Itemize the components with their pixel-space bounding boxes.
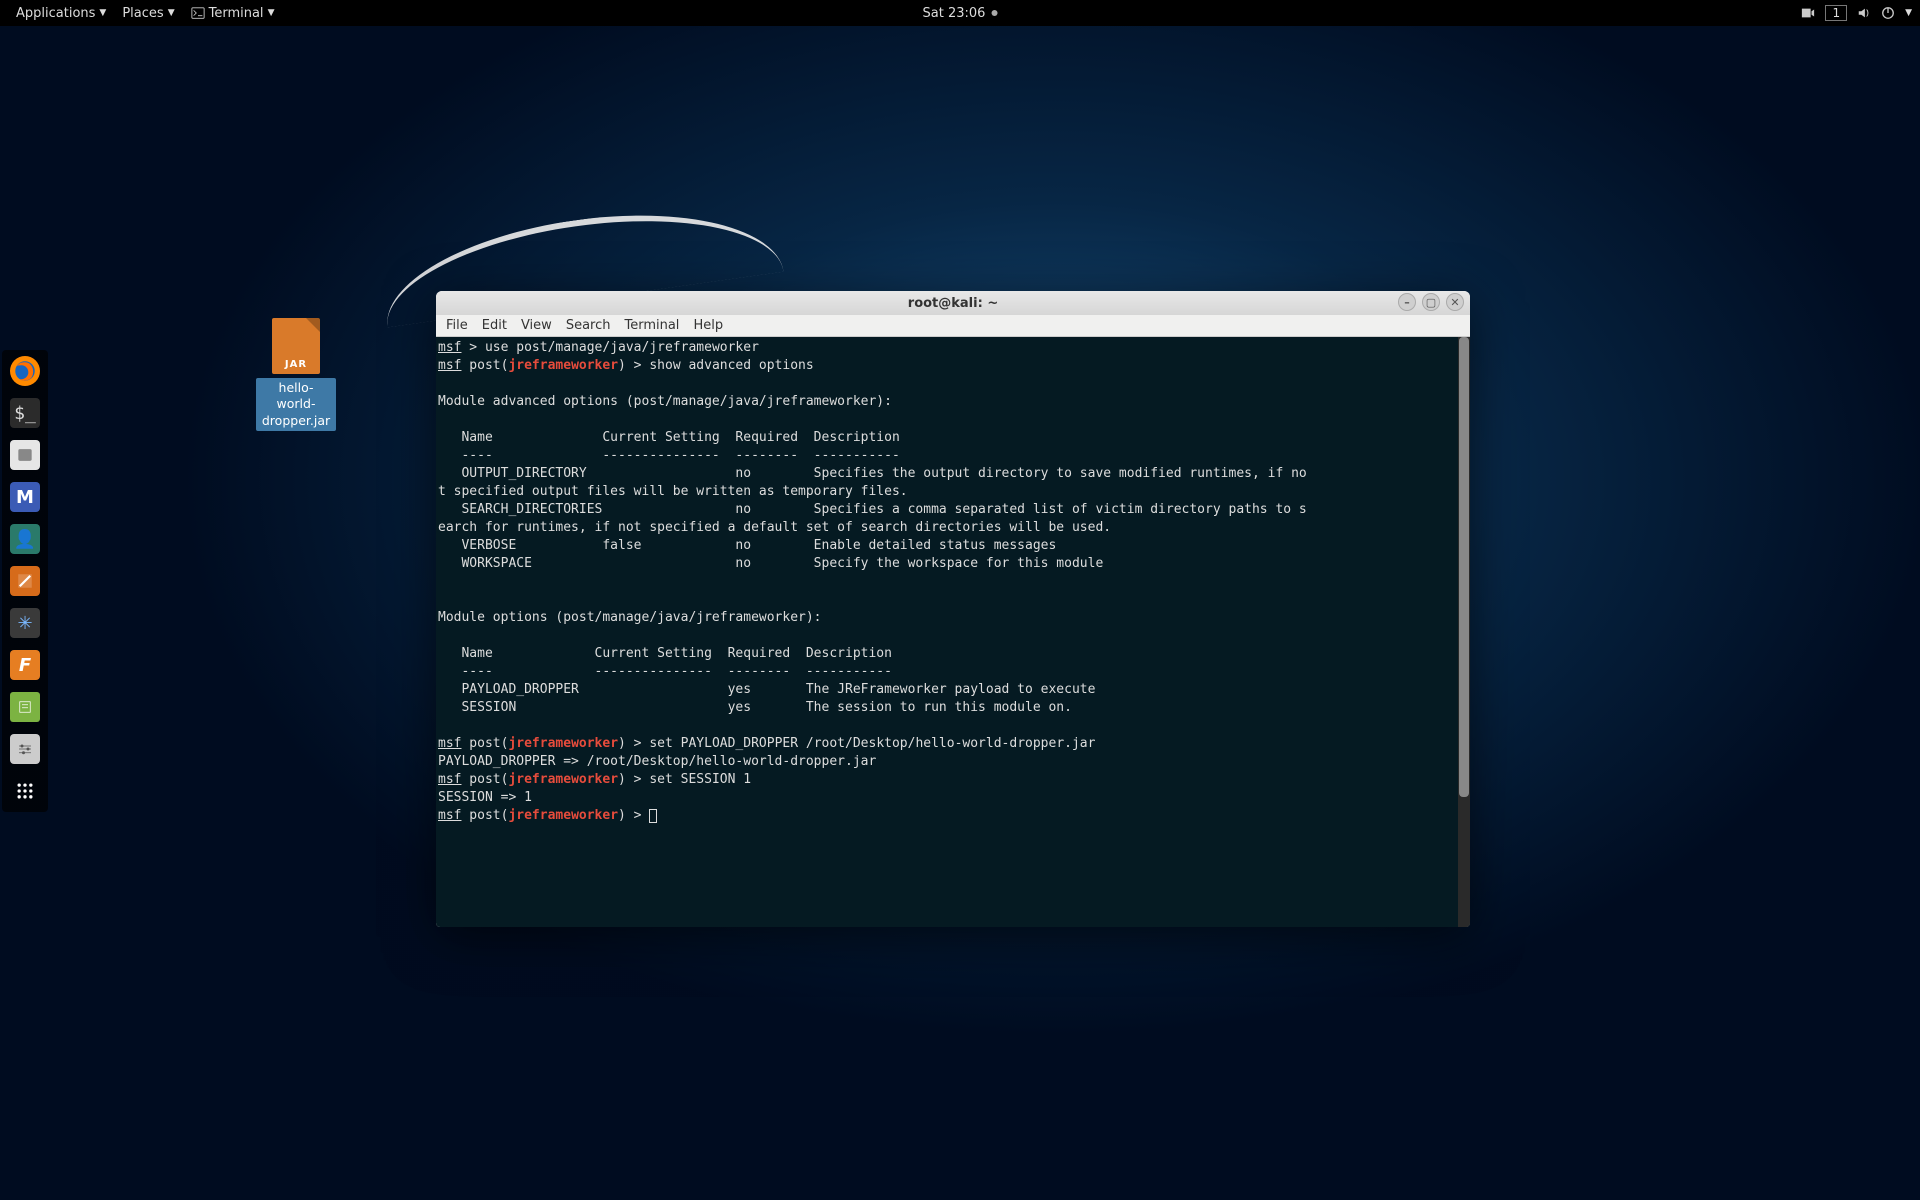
places-menu[interactable]: Places ▼ (114, 6, 182, 21)
term-text: SESSION => 1 (438, 790, 532, 805)
firefox-icon[interactable] (10, 356, 40, 386)
module-name: jreframeworker (508, 808, 618, 823)
power-icon[interactable] (1881, 6, 1895, 20)
term-text: post( (461, 808, 508, 823)
minimize-button[interactable]: – (1398, 293, 1416, 311)
chevron-down-icon: ▼ (268, 8, 275, 18)
terminal-launcher-icon[interactable]: $_ (10, 398, 40, 428)
notification-dot-icon (991, 10, 997, 16)
chevron-down-icon: ▼ (99, 8, 106, 18)
show-apps-icon[interactable] (10, 776, 40, 806)
term-text: > show advanced options (626, 358, 814, 373)
faraday-icon[interactable]: F (10, 650, 40, 680)
zenmap-icon[interactable]: ✳ (10, 608, 40, 638)
msf-prompt: msf (438, 736, 461, 751)
window-titlebar[interactable]: root@kali: ~ – ▢ ✕ (436, 291, 1470, 315)
window-menubar: File Edit View Search Terminal Help (436, 315, 1470, 337)
term-text: > use post/manage/java/jreframeworker (461, 340, 758, 355)
msf-prompt: msf (438, 808, 461, 823)
term-text: Module advanced options (post/manage/jav… (438, 394, 1307, 715)
term-text: > (626, 808, 649, 823)
clock-area[interactable]: Sat 23:06 (923, 6, 998, 21)
desktop-file-jar[interactable]: JAR hello-world-dropper.jar (256, 318, 336, 431)
module-name: jreframeworker (508, 772, 618, 787)
terminal-menu-label: Terminal (209, 6, 264, 21)
menu-file[interactable]: File (446, 318, 468, 333)
term-text: > set PAYLOAD_DROPPER /root/Desktop/hell… (626, 736, 1096, 751)
armitage-icon[interactable]: 👤 (10, 524, 40, 554)
places-label: Places (122, 6, 163, 21)
menu-help[interactable]: Help (693, 318, 723, 333)
menu-edit[interactable]: Edit (482, 318, 507, 333)
workspace-indicator[interactable]: 1 (1825, 5, 1847, 21)
dock: $_ M 👤 ✳ F (2, 350, 48, 812)
term-text: > set SESSION 1 (626, 772, 751, 787)
record-icon[interactable] (1801, 6, 1815, 20)
terminal-menu[interactable]: Terminal ▼ (183, 6, 283, 21)
notes-icon[interactable] (10, 692, 40, 722)
top-bar: Applications ▼ Places ▼ Terminal ▼ Sat 2… (0, 0, 1920, 26)
terminal-window: root@kali: ~ – ▢ ✕ File Edit View Search… (436, 291, 1470, 927)
scrollbar-thumb[interactable] (1459, 337, 1469, 797)
term-text: post( (461, 772, 508, 787)
jar-badge: JAR (272, 359, 320, 370)
applications-label: Applications (16, 6, 95, 21)
module-name: jreframeworker (508, 736, 618, 751)
cursor-icon (649, 809, 657, 823)
chevron-down-icon: ▼ (168, 8, 175, 18)
term-text: PAYLOAD_DROPPER => /root/Desktop/hello-w… (438, 754, 876, 769)
terminal-output[interactable]: msf > use post/manage/java/jreframeworke… (436, 337, 1470, 927)
maximize-button[interactable]: ▢ (1422, 293, 1440, 311)
desktop-file-label: hello-world-dropper.jar (256, 378, 336, 431)
msf-prompt: msf (438, 772, 461, 787)
jar-file-icon: JAR (272, 318, 320, 374)
clock-label: Sat 23:06 (923, 6, 986, 21)
volume-icon[interactable] (1857, 6, 1871, 20)
terminal-icon (191, 6, 205, 20)
term-text: ) (618, 772, 626, 787)
msf-prompt: msf (438, 340, 461, 355)
metasploit-icon[interactable]: M (10, 482, 40, 512)
term-text: ) (618, 808, 626, 823)
burpsuite-icon[interactable] (10, 566, 40, 596)
tweaks-icon[interactable] (10, 734, 40, 764)
menu-view[interactable]: View (521, 318, 552, 333)
window-title: root@kali: ~ (908, 296, 998, 311)
term-text: ) (618, 358, 626, 373)
applications-menu[interactable]: Applications ▼ (8, 6, 114, 21)
close-button[interactable]: ✕ (1446, 293, 1464, 311)
terminal-scrollbar[interactable] (1458, 337, 1470, 927)
msf-prompt: msf (438, 358, 461, 373)
module-name: jreframeworker (508, 358, 618, 373)
term-text: post( (461, 358, 508, 373)
files-icon[interactable] (10, 440, 40, 470)
menu-search[interactable]: Search (566, 318, 611, 333)
term-text: ) (618, 736, 626, 751)
menu-terminal[interactable]: Terminal (624, 318, 679, 333)
term-text: post( (461, 736, 508, 751)
chevron-down-icon[interactable]: ▼ (1905, 8, 1912, 18)
